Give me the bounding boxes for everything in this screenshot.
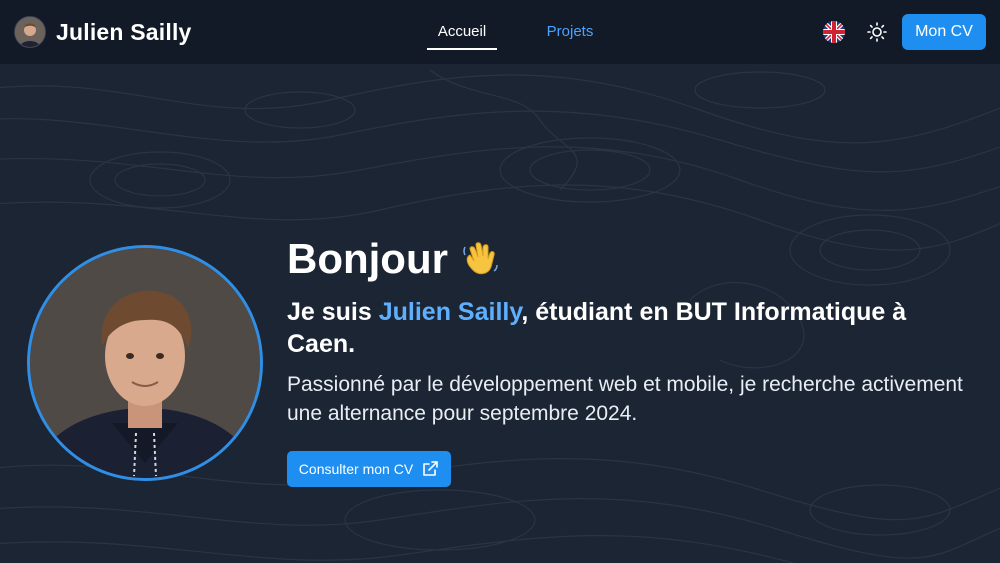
consult-cv-label: Consulter mon CV bbox=[298, 461, 414, 477]
intro-name: Julien Sailly bbox=[378, 298, 522, 326]
brand[interactable]: Julien Sailly bbox=[14, 16, 192, 48]
greeting-text: Bonjour bbox=[287, 235, 448, 282]
greeting: Bonjour bbox=[287, 232, 987, 286]
hero-section: Bonjour Je suis Julien Sailly, étudiant … bbox=[287, 232, 987, 487]
brand-name: Julien Sailly bbox=[56, 18, 192, 45]
uk-flag-icon[interactable] bbox=[823, 21, 845, 43]
main-nav: Accueil Projets bbox=[427, 0, 605, 64]
nav-item-projets[interactable]: Projets bbox=[535, 0, 605, 64]
top-navbar: Julien Sailly Accueil Projets Mon CV bbox=[0, 0, 1000, 64]
intro-heading: Je suis Julien Sailly, étudiant en BUT I… bbox=[287, 296, 977, 360]
intro-description: Passionné par le développement web et mo… bbox=[287, 373, 963, 425]
sun-icon[interactable] bbox=[866, 21, 888, 43]
external-link-icon bbox=[423, 461, 438, 476]
mon-cv-button[interactable]: Mon CV bbox=[902, 14, 986, 50]
profile-photo bbox=[27, 245, 263, 481]
nav-item-accueil[interactable]: Accueil bbox=[427, 0, 497, 64]
waving-hand-icon bbox=[460, 239, 500, 279]
intro-prefix: Je suis bbox=[287, 298, 379, 326]
avatar bbox=[14, 16, 46, 48]
consult-cv-button[interactable]: Consulter mon CV bbox=[287, 451, 451, 487]
